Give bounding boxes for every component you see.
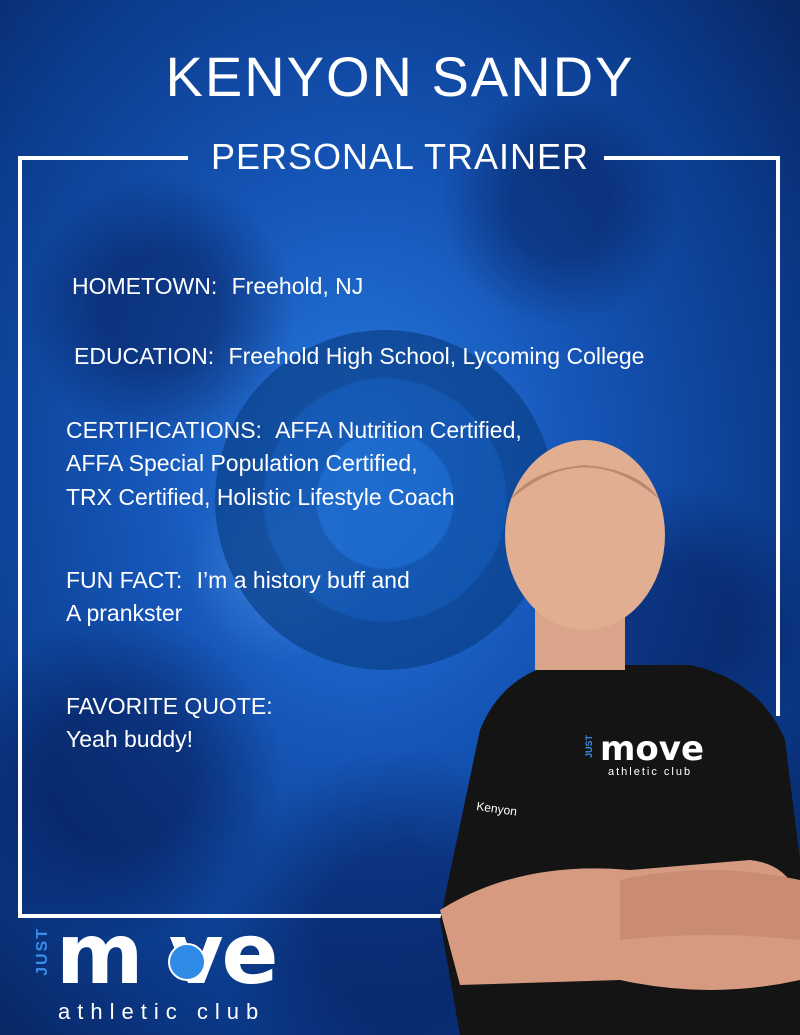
fun-fact-line: A prankster [66, 600, 183, 627]
hometown-value: Freehold, NJ [231, 273, 364, 299]
frame-line [604, 156, 780, 160]
frame-line [18, 156, 188, 160]
education-label: EDUCATION: [74, 343, 215, 369]
favorite-quote-value: Yeah buddy! [66, 726, 194, 753]
education-row: EDUCATION: Freehold High School, Lycomin… [74, 340, 644, 373]
logo-just: JUST [34, 927, 51, 976]
certifications-label: CERTIFICATIONS: [66, 417, 262, 443]
logo-tagline: athletic club [58, 999, 266, 1024]
fun-fact-label: FUN FACT: [66, 567, 183, 593]
frame-line [18, 156, 22, 916]
trainer-role: PERSONAL TRAINER [210, 136, 590, 177]
favorite-quote-block: FAVORITE QUOTE: Yeah buddy! [66, 690, 273, 757]
just-move-logo: JUST m ve athletic club [28, 905, 368, 1030]
shirt-logo-text: move [600, 729, 704, 769]
fun-fact-block: FUN FACT: I’m a history buff and A prank… [66, 564, 410, 631]
fun-fact-line: I’m a history buff and [196, 567, 410, 593]
shirt-logo-subtext: athletic club [608, 766, 692, 778]
favorite-quote-label: FAVORITE QUOTE: [66, 693, 273, 719]
power-icon [168, 943, 206, 981]
trainer-photo: Kenyon move athletic club JUST [440, 440, 800, 1035]
education-value: Freehold High School, Lycoming College [228, 343, 645, 369]
trainer-name: KENYON SANDY [165, 45, 635, 108]
shirt-logo-just: JUST [584, 734, 594, 758]
logo-move: m ve [56, 905, 278, 1003]
hometown-row: HOMETOWN: Freehold, NJ [72, 270, 363, 303]
hometown-label: HOMETOWN: [72, 273, 218, 299]
